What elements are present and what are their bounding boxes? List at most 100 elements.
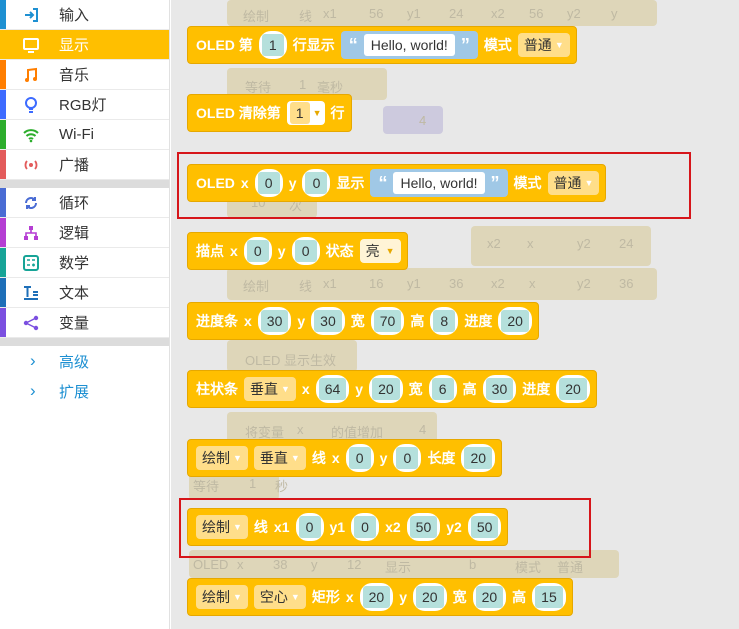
ghost-text: x <box>297 422 304 437</box>
ghost-text: 绘制 <box>243 9 270 24</box>
x-input[interactable]: 0 <box>243 237 272 265</box>
height-input[interactable]: 8 <box>430 307 459 335</box>
oled-clear-line-block[interactable]: OLED 清除第 1 ▼ 行 <box>187 94 352 132</box>
block-text: 高 <box>462 381 477 397</box>
category-label: 广播 <box>59 157 90 174</box>
monitor-icon <box>22 36 40 54</box>
y-input[interactable]: 0 <box>393 444 422 472</box>
blocks-workspace[interactable]: 绘制 线 x1 56 y1 24 x2 56 y2 y 等待 1 毫秒 4 10… <box>171 0 739 629</box>
ghost-text: 模式 <box>515 560 542 575</box>
text-icon <box>22 284 40 302</box>
width-input[interactable]: 6 <box>428 375 457 403</box>
draw-mode-dropdown[interactable]: 绘制 ▼ <box>196 446 248 470</box>
ghost-text: y <box>611 6 618 21</box>
ghost-text: 1 <box>299 77 307 92</box>
fill-dropdown[interactable]: 空心 ▼ <box>253 585 306 609</box>
category-label: 逻辑 <box>59 225 90 242</box>
lightbulb-icon <box>22 96 40 114</box>
category-label: 高级 <box>59 353 90 371</box>
category-logic[interactable]: 逻辑 <box>0 218 169 248</box>
x-input[interactable]: 0 <box>345 444 374 472</box>
bar-graph-block[interactable]: 柱状条 垂直 ▼ x 64 y 20 宽 6 高 30 进度 20 <box>187 370 597 408</box>
category-label: 文本 <box>59 285 90 302</box>
y-input[interactable]: 20 <box>413 583 447 611</box>
y-input[interactable]: 20 <box>369 375 403 403</box>
category-text[interactable]: 文本 <box>0 278 169 308</box>
ghost-text: y1 <box>407 276 421 291</box>
ghost-text: 4 <box>419 113 427 128</box>
chevron-down-icon: ▼ <box>233 592 242 602</box>
draw-straight-line-block[interactable]: 绘制 ▼ 垂直 ▼ 线 x 0 y 0 长度 20 <box>187 439 503 477</box>
category-advanced[interactable]: › 高级 <box>0 346 169 376</box>
ghost-text: 绘制 <box>243 279 270 294</box>
block-text: y <box>399 589 408 605</box>
draw-mode-dropdown[interactable]: 绘制 ▼ <box>196 585 248 609</box>
height-input[interactable]: 30 <box>482 375 517 403</box>
ghost-text: 等待 <box>193 479 220 494</box>
line-number-input[interactable]: 1 <box>258 31 287 59</box>
category-math[interactable]: 数学 <box>0 248 169 278</box>
category-rgb[interactable]: RGB灯 <box>0 90 169 120</box>
progress-input[interactable]: 20 <box>556 375 590 403</box>
category-sidebar: 输入 显示 音乐 RGB灯 Wi-Fi 广播 循环 逻辑 数学 文本 变量 › 高… <box>0 0 170 629</box>
block-text: 高 <box>512 589 527 605</box>
ghost-text: y <box>311 557 318 572</box>
oled-show-line-block[interactable]: OLED 第 1 行显示 “Hello, world!” 模式 普通 ▼ <box>187 26 577 64</box>
ghost-text: 普通 <box>557 560 584 575</box>
chevron-right-icon: › <box>30 381 36 400</box>
block-text: x <box>230 243 238 259</box>
y-input[interactable]: 0 <box>291 237 320 265</box>
draw-point-block[interactable]: 描点 x 0 y 0 状态 亮 ▼ <box>187 232 408 270</box>
block-text: 行显示 <box>292 37 335 53</box>
ghost-text: 16 <box>369 276 384 291</box>
block-text: 状态 <box>325 243 354 259</box>
ghost-text: 36 <box>619 276 634 291</box>
block-text: 矩形 <box>311 589 340 605</box>
draw-rectangle-block[interactable]: 绘制 ▼ 空心 ▼ 矩形 x 20 y 20 宽 20 高 15 <box>187 578 573 616</box>
category-label: 数学 <box>59 255 90 272</box>
ghost-text: x2 <box>491 276 505 291</box>
block-text: 长度 <box>427 450 456 466</box>
width-input[interactable]: 70 <box>370 307 405 335</box>
block-text: 线 <box>311 450 326 466</box>
ghost-text: x2 <box>491 6 505 21</box>
direction-dropdown[interactable]: 垂直 ▼ <box>244 377 296 401</box>
category-variable[interactable]: 变量 <box>0 308 169 338</box>
ghost-text: x <box>237 557 244 572</box>
x-input[interactable]: 64 <box>315 375 350 403</box>
block-text: 宽 <box>350 313 365 329</box>
block-text: 宽 <box>408 381 423 397</box>
x-input[interactable]: 20 <box>359 583 394 611</box>
line-number-dropdown[interactable]: 1 ▼ <box>286 101 325 125</box>
category-input[interactable]: 输入 <box>0 0 169 30</box>
y-input[interactable]: 30 <box>311 307 345 335</box>
chevron-down-icon: ▼ <box>281 384 290 394</box>
input-icon <box>22 6 40 24</box>
block-text: 柱状条 <box>196 381 238 397</box>
category-broadcast[interactable]: 广播 <box>0 150 169 180</box>
block-text: y <box>355 381 364 397</box>
ghost-text: OLED 显示生效 <box>245 353 337 368</box>
progress-input[interactable]: 20 <box>498 307 532 335</box>
ghost-text: y2 <box>567 6 581 21</box>
progress-bar-block[interactable]: 进度条 x 30 y 30 宽 70 高 8 进度 20 <box>187 302 539 340</box>
chevron-down-icon: ▼ <box>290 592 300 602</box>
mode-dropdown[interactable]: 普通 ▼ <box>517 33 570 57</box>
category-loop[interactable]: 循环 <box>0 188 169 218</box>
text-string-input[interactable]: “Hello, world!” <box>340 31 478 59</box>
x-input[interactable]: 30 <box>257 307 292 335</box>
chevron-down-icon: ▼ <box>554 40 564 50</box>
category-display[interactable]: 显示 <box>0 30 169 60</box>
category-music[interactable]: 音乐 <box>0 60 169 90</box>
category-wifi[interactable]: Wi-Fi <box>0 120 169 150</box>
state-dropdown[interactable]: 亮 ▼ <box>359 239 401 263</box>
ghost-text: 36 <box>449 276 464 291</box>
length-input[interactable]: 20 <box>461 444 496 472</box>
wifi-icon <box>22 126 40 144</box>
block-text: 宽 <box>452 589 467 605</box>
category-extensions[interactable]: › 扩展 <box>0 376 169 406</box>
height-input[interactable]: 15 <box>532 583 566 611</box>
width-input[interactable]: 20 <box>472 583 507 611</box>
block-text: OLED 第 <box>196 37 253 53</box>
direction-dropdown[interactable]: 垂直 ▼ <box>253 446 306 470</box>
